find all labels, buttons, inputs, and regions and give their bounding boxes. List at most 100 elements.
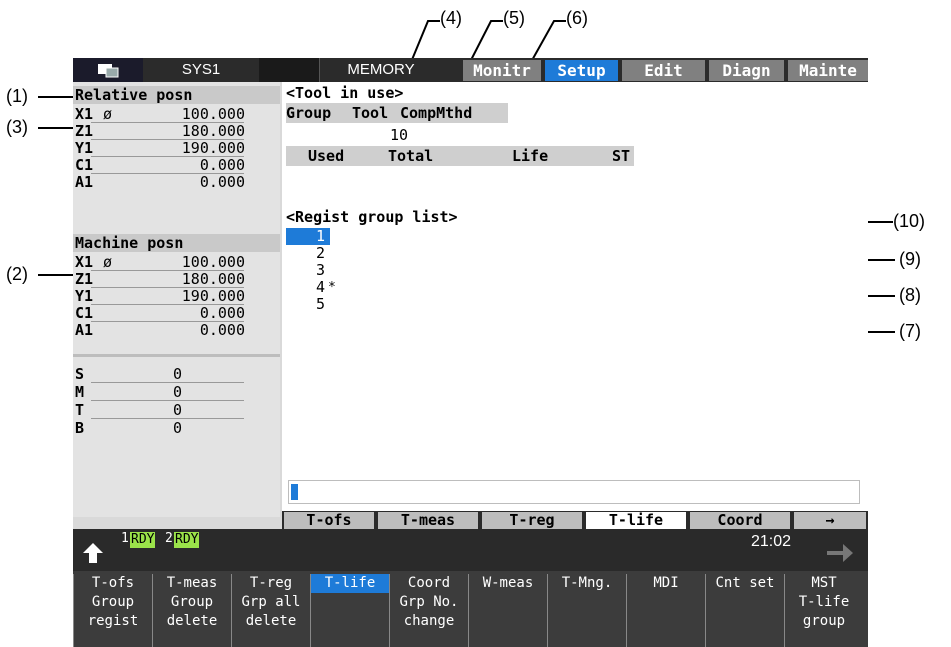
- smtb-row: M0: [73, 383, 280, 401]
- ready-1-badge: RDY: [130, 532, 156, 548]
- window-icon-area[interactable]: [73, 58, 143, 82]
- smtb-row: S0: [73, 365, 280, 383]
- axis-label: X1: [75, 105, 94, 123]
- mach-row: C1 0.000: [73, 304, 280, 322]
- fkey-3[interactable]: T-reg Grp all delete: [231, 574, 310, 647]
- axis-label: Z1: [75, 270, 94, 288]
- tab-t-meas[interactable]: T-meas: [378, 512, 478, 529]
- right-arrow-icon[interactable]: [825, 541, 855, 565]
- smtb-value: 0: [173, 401, 183, 419]
- smtb-label: T: [75, 401, 85, 419]
- tab-mainte[interactable]: Mainte: [788, 60, 868, 81]
- blank-indicator-1: [259, 58, 290, 82]
- status-bar: 1 RDY 2 RDY 21:02: [73, 529, 868, 571]
- smtb-label: S: [75, 365, 85, 383]
- smtb-row: T0: [73, 401, 280, 419]
- fkey-label: Group: [91, 594, 135, 610]
- window-icon: [98, 64, 119, 78]
- axis-label: A1: [75, 173, 94, 191]
- fkey-5[interactable]: Coord Grp No. change: [389, 574, 468, 647]
- cnc-screen: SYS1 MEMORY Monitr Setup Edit Diagn Main…: [73, 58, 868, 647]
- used-header: Used: [308, 147, 345, 165]
- mach-row: Z1 180.000: [73, 270, 280, 288]
- axis-label: Z1: [75, 122, 94, 140]
- fkey-top-label: MDI: [653, 575, 679, 591]
- ready-1-num: 1: [121, 531, 129, 546]
- main-tool-life-area: <Tool in use> Group Tool CompMthd 10 Use…: [282, 82, 868, 512]
- life-header-row: Used Total Life ST: [286, 146, 634, 166]
- total-header: Total: [388, 147, 434, 165]
- fkey-8[interactable]: MDI: [626, 574, 705, 647]
- tab-t-life[interactable]: T-life: [586, 512, 686, 529]
- compmthd-header: CompMthd: [400, 104, 473, 122]
- smtb-value: 0: [173, 365, 183, 383]
- rel-row: A1 0.000: [73, 174, 280, 190]
- left-position-panel: Relative posn X1 ø 100.000 Z1 180.000 Y1 190…: [73, 82, 280, 517]
- axis-label: A1: [75, 321, 94, 339]
- axis-value: 0.000: [199, 321, 245, 339]
- up-arrow-icon[interactable]: [81, 541, 105, 565]
- rel-row: C1 0.000: [73, 156, 280, 174]
- fkey-top-label: T-Mng.: [561, 575, 613, 591]
- tab-edit[interactable]: Edit: [622, 60, 705, 81]
- fkey-7[interactable]: T-Mng.: [547, 574, 626, 647]
- fkey-10[interactable]: MST T-life group: [784, 574, 863, 647]
- fkey-9[interactable]: Cnt set: [705, 574, 784, 647]
- axis-value: 100.000: [181, 253, 245, 271]
- group-item-2[interactable]: 2: [316, 245, 325, 262]
- fkey-top-label: T-ofs: [91, 575, 135, 591]
- tab-diagn[interactable]: Diagn: [709, 60, 784, 81]
- axis-label: C1: [75, 304, 94, 322]
- group-item-1[interactable]: 1: [316, 228, 325, 245]
- fkey-top-label: Cnt set: [715, 575, 775, 591]
- bottom-tabs: T-ofs T-meas T-reg T-life Coord →: [282, 511, 868, 529]
- top-bar: SYS1 MEMORY Monitr Setup Edit Diagn Main…: [73, 58, 868, 82]
- blank-indicator-2: [289, 58, 320, 82]
- ready-2-num: 2: [165, 531, 173, 546]
- life-header: Life: [512, 147, 549, 165]
- fkey-4[interactable]: T-life: [310, 574, 389, 647]
- fkey-1[interactable]: T-ofs Group regist: [73, 574, 152, 647]
- mach-row: Y1 190.000: [73, 287, 280, 305]
- fkey-top-label: T-life: [311, 574, 389, 593]
- axis-label: C1: [75, 156, 94, 174]
- machine-posn-title: Machine posn: [73, 234, 280, 252]
- tab-setup[interactable]: Setup: [545, 60, 618, 81]
- axis-value: 0.000: [199, 304, 245, 322]
- smtb-value: 0: [173, 419, 183, 437]
- group-item-5[interactable]: 5: [316, 296, 325, 313]
- smtb-label: M: [75, 383, 85, 401]
- fkey-top-label: T-reg: [249, 575, 293, 591]
- fkey-2[interactable]: T-meas Group delete: [152, 574, 231, 647]
- fkey-6[interactable]: W-meas: [468, 574, 547, 647]
- rel-row: Y1 190.000: [73, 140, 280, 157]
- fkey-label: delete: [166, 613, 218, 629]
- tab-t-ofs[interactable]: T-ofs: [284, 512, 374, 529]
- fkey-label: group: [802, 613, 846, 629]
- fkey-label: regist: [87, 613, 139, 629]
- axis-label: Y1: [75, 287, 94, 305]
- dia-symbol: ø: [103, 253, 113, 271]
- group-item-3[interactable]: 3: [316, 262, 325, 279]
- fkey-label: delete: [245, 613, 297, 629]
- fkey-top-label: Coord: [407, 575, 451, 591]
- mode-label: MEMORY: [347, 61, 415, 78]
- axis-value: 100.000: [181, 105, 245, 123]
- tool-header-row: Group Tool CompMthd: [286, 103, 508, 123]
- tab-monitr[interactable]: Monitr: [463, 60, 541, 81]
- fkey-top-label: T-meas: [166, 575, 218, 591]
- mach-row: X1 ø 100.000: [73, 253, 280, 271]
- st-header: ST: [612, 147, 631, 165]
- tool-value: 10: [390, 126, 409, 144]
- tool-in-use-title: <Tool in use>: [286, 84, 404, 102]
- dia-symbol: ø: [103, 105, 113, 123]
- next-tabs-arrow[interactable]: →: [794, 512, 866, 529]
- fkey-label: Grp all: [241, 594, 301, 610]
- tab-t-reg[interactable]: T-reg: [482, 512, 582, 529]
- group-item-4[interactable]: 4: [316, 279, 325, 296]
- tab-coord[interactable]: Coord: [690, 512, 790, 529]
- relative-posn-title: Relative posn: [73, 86, 280, 104]
- fkey-label: Group: [170, 594, 214, 610]
- input-field[interactable]: [288, 480, 860, 504]
- smtb-row: B0: [73, 420, 280, 436]
